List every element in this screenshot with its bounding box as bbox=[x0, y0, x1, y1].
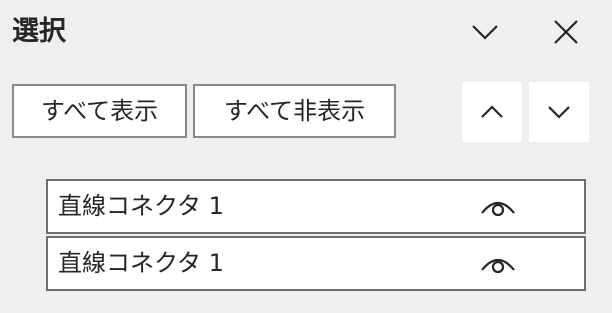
object-name: 直線コネクタ 1 bbox=[58, 249, 224, 277]
list-item[interactable]: 直線コネクタ 1 bbox=[46, 179, 586, 234]
bring-forward-button[interactable] bbox=[462, 82, 522, 142]
object-name: 直線コネクタ 1 bbox=[58, 192, 224, 220]
visibility-toggle[interactable] bbox=[476, 190, 520, 224]
hide-all-button[interactable]: すべて非表示 bbox=[193, 84, 396, 138]
chevron-down-icon bbox=[472, 25, 498, 40]
chevron-down-icon bbox=[548, 106, 570, 119]
show-all-button[interactable]: すべて表示 bbox=[12, 84, 187, 138]
list-item[interactable]: 直線コネクタ 1 bbox=[46, 236, 586, 291]
chevron-up-icon bbox=[481, 105, 503, 118]
selection-pane: 選択 すべて表示 すべて非表示 直線コネクタ 1 直線コネクタ 1 bbox=[0, 0, 612, 313]
object-list: 直線コネクタ 1 直線コネクタ 1 bbox=[46, 179, 586, 292]
pane-options-button[interactable] bbox=[467, 14, 503, 50]
pane-close-button[interactable] bbox=[548, 14, 584, 50]
send-backward-button[interactable] bbox=[529, 82, 589, 142]
eye-icon bbox=[481, 201, 515, 217]
eye-icon bbox=[481, 258, 515, 274]
visibility-toggle[interactable] bbox=[476, 247, 520, 281]
close-icon bbox=[554, 20, 578, 44]
pane-title: 選択 bbox=[12, 16, 66, 47]
